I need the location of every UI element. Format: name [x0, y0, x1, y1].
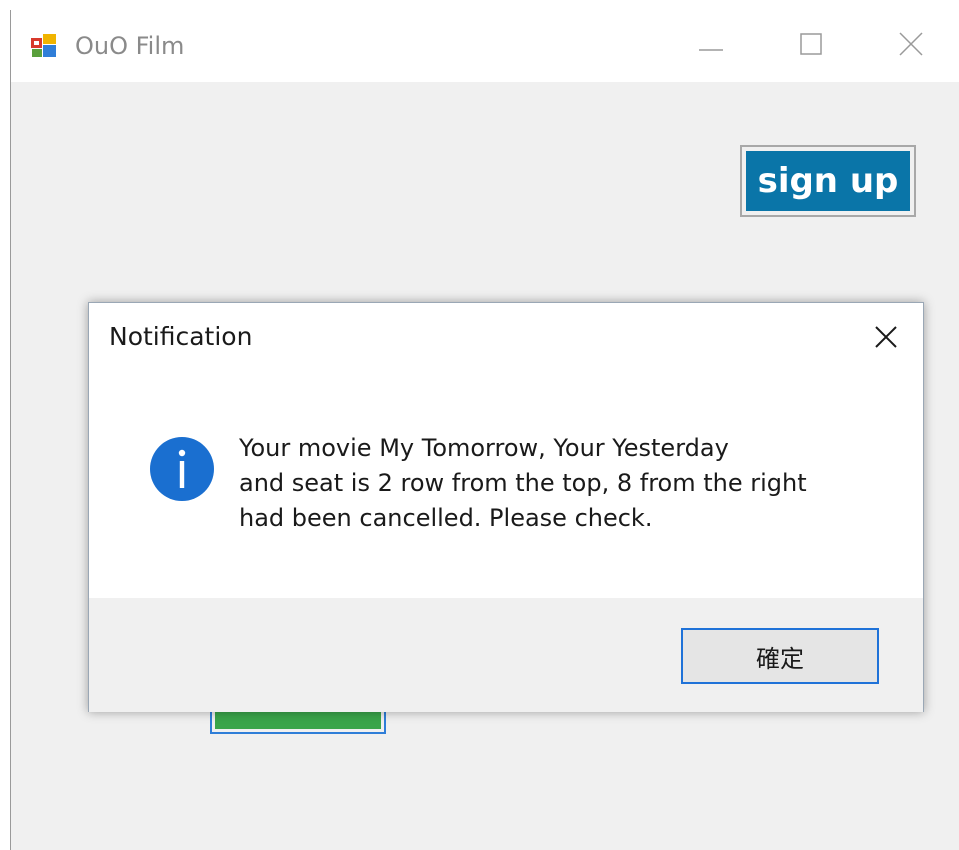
notification-dialog: Notification Your movie My Tomorrow, You… [88, 302, 924, 712]
message-line: and seat is 2 row from the top, 8 from t… [239, 469, 807, 497]
message-line: Your movie My Tomorrow, Your Yesterday [239, 434, 729, 462]
dialog-message: Your movie My Tomorrow, Your Yesterday a… [239, 431, 807, 536]
close-button[interactable] [861, 10, 959, 82]
ok-button[interactable]: 確定 [681, 628, 879, 684]
window-title: OuO Film [75, 32, 185, 60]
close-icon [899, 32, 923, 60]
info-icon [149, 436, 215, 502]
close-icon [875, 326, 897, 352]
dialog-title: Notification [109, 322, 253, 351]
maximize-button[interactable] [761, 10, 861, 82]
sign-up-button-label: sign up [746, 151, 910, 211]
sign-up-button[interactable]: sign up [740, 145, 916, 217]
app-window-icon [31, 34, 57, 58]
dialog-footer: 確定 [89, 598, 923, 712]
dialog-close-button[interactable] [864, 319, 908, 359]
minimize-button[interactable] [661, 10, 761, 82]
maximize-icon [800, 33, 822, 59]
title-bar[interactable]: OuO Film [11, 10, 959, 82]
minimize-icon [699, 37, 723, 56]
message-line: had been cancelled. Please check. [239, 504, 653, 532]
